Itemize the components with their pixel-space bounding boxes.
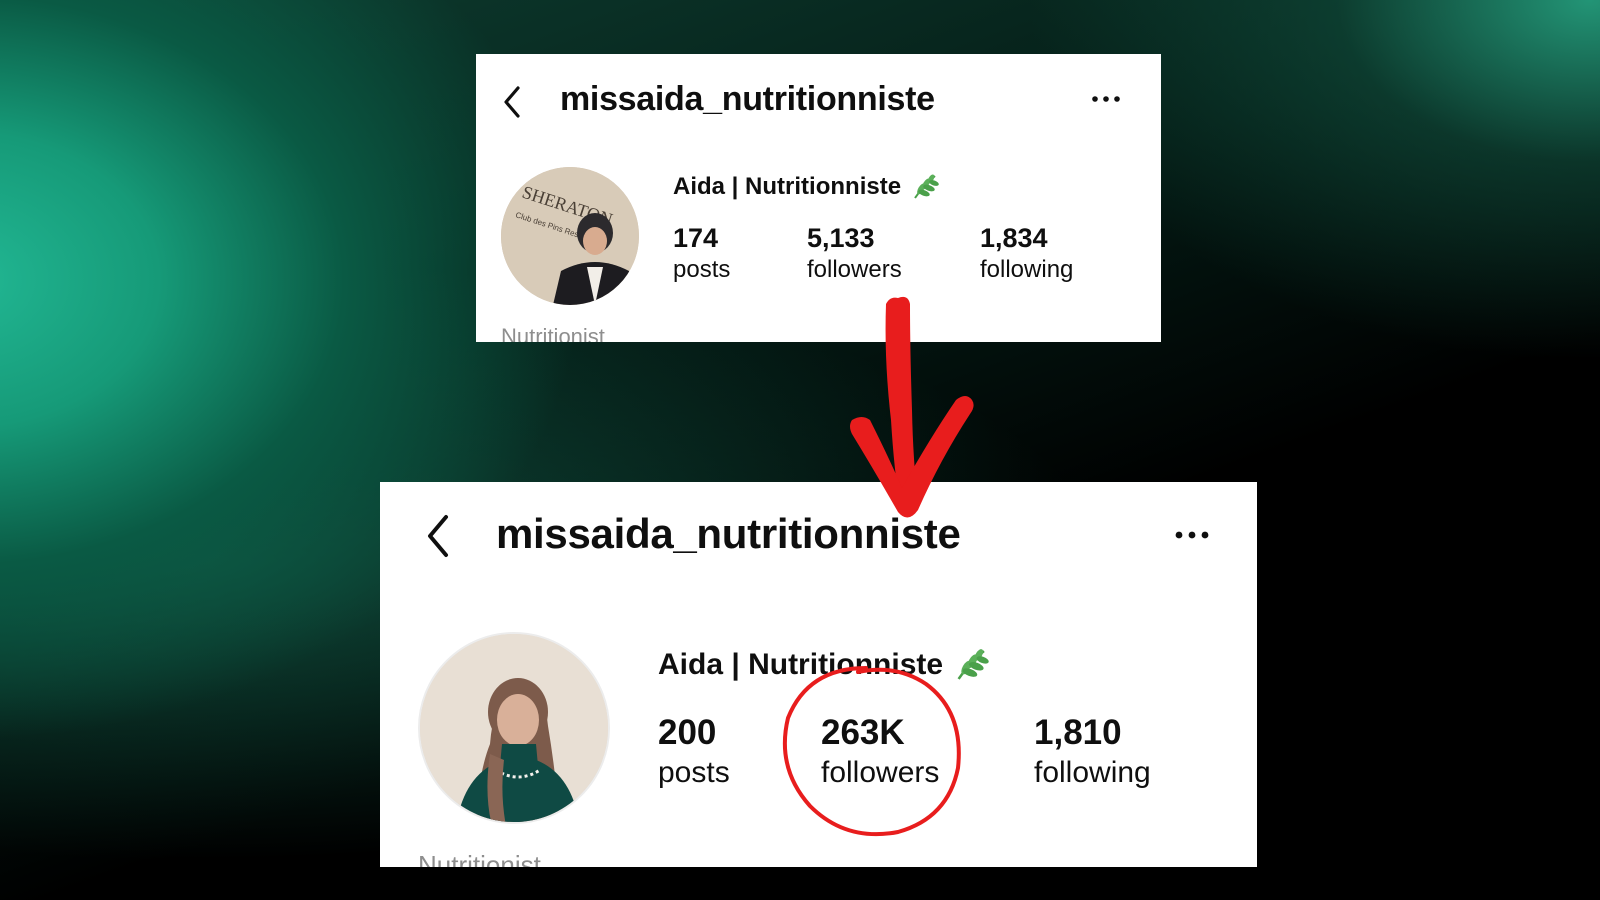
stat-followers[interactable]: 263K followers	[821, 712, 939, 792]
stat-followers-label: followers	[807, 256, 902, 283]
leaf-icon	[914, 174, 939, 199]
chevron-left-icon[interactable]	[420, 512, 454, 560]
chevron-left-icon[interactable]	[498, 84, 526, 120]
avatar-photo	[420, 634, 608, 822]
more-horizontal-icon[interactable]	[1174, 529, 1210, 541]
stat-followers-value: 5,133	[807, 223, 875, 253]
stat-following-label: following	[980, 256, 1074, 283]
stat-posts-label: posts	[673, 256, 731, 283]
display-name-text: Aida | Nutritionniste	[673, 173, 902, 200]
avatar[interactable]: SHERATON Club des Pins Resort	[501, 167, 639, 305]
display-name-text: Aida | Nutritionniste	[658, 648, 944, 681]
stat-posts-value: 174	[673, 223, 719, 253]
stat-followers-value: 263K	[821, 713, 905, 752]
profile-card-before: missaida_nutritionniste SHERATON Club de…	[476, 54, 1161, 342]
bio-category: Nutritionist	[501, 324, 605, 342]
profile-username: missaida_nutritionniste	[496, 510, 961, 557]
stat-following-label: following	[1034, 756, 1151, 789]
profile-username: missaida_nutritionniste	[560, 80, 935, 118]
stat-followers[interactable]: 5,133 followers	[807, 222, 902, 285]
profile-card-after: missaida_nutritionniste Aida | Nutrition…	[380, 482, 1257, 867]
leaf-icon	[957, 649, 989, 680]
stat-following-value: 1,810	[1034, 713, 1122, 752]
avatar-photo: SHERATON Club des Pins Resort	[501, 167, 639, 305]
stat-posts-value: 200	[658, 713, 717, 752]
stat-posts[interactable]: 174 posts	[673, 222, 730, 285]
avatar[interactable]	[418, 632, 610, 824]
stat-posts[interactable]: 200 posts	[658, 712, 730, 792]
stat-followers-label: followers	[821, 756, 940, 789]
profile-display-name: Aida | Nutritionniste	[673, 172, 939, 202]
profile-display-name: Aida | Nutritionniste	[658, 646, 989, 684]
stat-following[interactable]: 1,834 following	[980, 222, 1073, 285]
stat-following[interactable]: 1,810 following	[1034, 712, 1151, 792]
stat-following-value: 1,834	[980, 223, 1048, 253]
more-horizontal-icon[interactable]	[1091, 94, 1121, 104]
stat-posts-label: posts	[658, 756, 730, 789]
bio-category: Nutritionist	[418, 850, 541, 867]
